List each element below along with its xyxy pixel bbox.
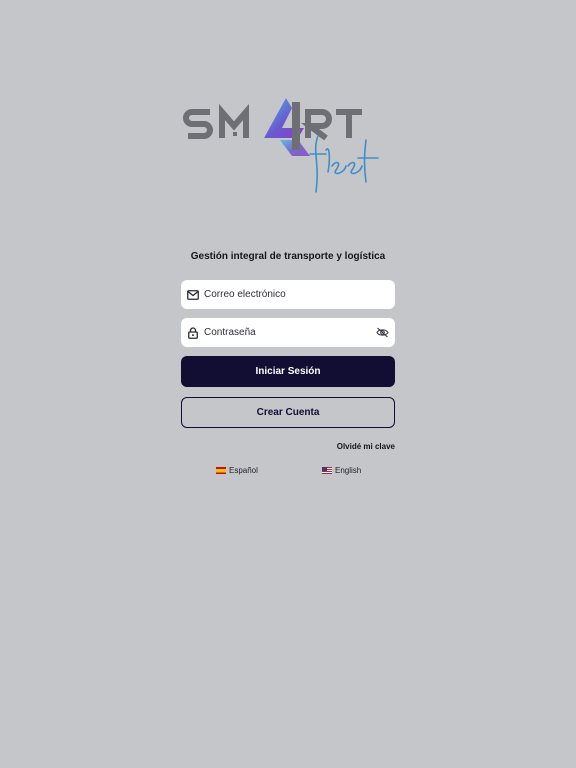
eye-off-icon[interactable] xyxy=(375,326,389,340)
password-field[interactable] xyxy=(181,318,395,347)
us-flag-icon xyxy=(322,467,332,474)
language-option-en[interactable]: English xyxy=(322,466,361,475)
email-field[interactable] xyxy=(181,280,395,309)
create-account-button[interactable]: Crear Cuenta xyxy=(181,397,395,428)
lock-icon xyxy=(186,326,200,340)
mail-icon xyxy=(186,288,200,302)
password-input[interactable] xyxy=(204,318,375,347)
login-screen: Gestión integral de transporte y logísti… xyxy=(0,0,576,768)
login-button[interactable]: Iniciar Sesión xyxy=(181,356,395,387)
email-input[interactable] xyxy=(204,280,395,309)
tagline: Gestión integral de transporte y logísti… xyxy=(190,251,386,262)
forgot-password-link[interactable]: Olvidé mi clave xyxy=(337,442,395,451)
smart-fleet-logo xyxy=(180,92,390,198)
spain-flag-icon xyxy=(216,467,226,474)
language-option-es[interactable]: Español xyxy=(216,466,258,475)
language-label-es: Español xyxy=(229,466,258,475)
language-label-en: English xyxy=(335,466,362,475)
